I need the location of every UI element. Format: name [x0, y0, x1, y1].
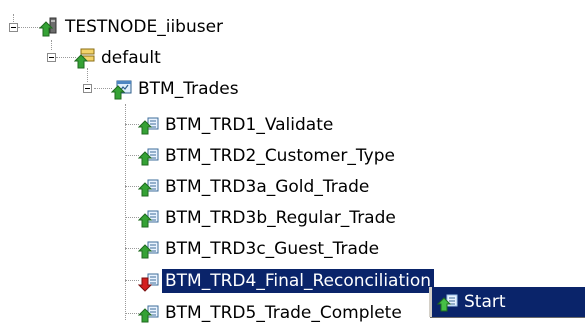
- tree-node-application[interactable]: BTM_Trades: [110, 76, 242, 102]
- application-icon: [110, 78, 133, 100]
- message-flow-running-icon: [137, 114, 160, 136]
- context-menu: Start: [429, 287, 585, 317]
- tree-connector: [18, 27, 40, 28]
- start-flow-icon: [436, 291, 459, 313]
- tree-node-message-flow[interactable]: BTM_TRD1_Validate: [137, 112, 336, 138]
- tree-node-message-flow[interactable]: BTM_TRD3b_Regular_Trade: [137, 205, 399, 231]
- tree-connector: [125, 217, 139, 218]
- tree-connector: [125, 155, 139, 156]
- collapse-toggle-root[interactable]: [9, 23, 18, 32]
- tree-connector: [125, 280, 139, 281]
- tree-node-label: BTM_TRD3a_Gold_Trade: [165, 177, 370, 197]
- tree-node-integration-node[interactable]: TESTNODE_iibuser: [38, 14, 226, 40]
- tree-connector: [56, 57, 76, 58]
- tree-connector: [125, 124, 139, 125]
- tree-connector: [125, 313, 139, 314]
- tree-node-label: BTM_TRD3c_Guest_Trade: [165, 239, 380, 259]
- message-flow-stopped-icon: [137, 270, 160, 292]
- message-flow-running-icon: [137, 176, 160, 198]
- message-flow-running-icon: [137, 302, 160, 324]
- collapse-toggle-application[interactable]: [83, 84, 92, 93]
- tree-node-label: BTM_TRD4_Final_Reconciliation: [162, 269, 435, 293]
- tree-node-label: BTM_TRD2_Customer_Type: [165, 146, 395, 166]
- message-flow-running-icon: [137, 145, 160, 167]
- integration-node-icon: [38, 16, 60, 38]
- tree-node-label: BTM_TRD3b_Regular_Trade: [165, 208, 396, 228]
- tree-connector: [125, 248, 139, 249]
- tree-connector: [94, 88, 112, 89]
- navigator-tree: TESTNODE_iibuser default BTM_Trades BTM_…: [0, 0, 585, 329]
- tree-node-integration-server[interactable]: default: [73, 45, 164, 71]
- collapse-toggle-server[interactable]: [47, 53, 56, 62]
- tree-node-label: TESTNODE_iibuser: [65, 17, 224, 37]
- context-menu-start-label: Start: [464, 292, 506, 312]
- tree-connector: [125, 186, 139, 187]
- context-menu-item-start[interactable]: Start: [429, 287, 585, 317]
- integration-server-icon: [73, 47, 96, 69]
- tree-node-message-flow[interactable]: BTM_TRD5_Trade_Complete: [137, 300, 405, 326]
- tree-node-label: BTM_Trades: [138, 79, 239, 99]
- tree-node-message-flow-selected[interactable]: BTM_TRD4_Final_Reconciliation: [137, 268, 435, 294]
- tree-node-message-flow[interactable]: BTM_TRD2_Customer_Type: [137, 143, 398, 169]
- message-flow-running-icon: [137, 207, 160, 229]
- tree-node-label: default: [101, 48, 161, 68]
- tree-node-message-flow[interactable]: BTM_TRD3a_Gold_Trade: [137, 174, 372, 200]
- tree-node-label: BTM_TRD5_Trade_Complete: [165, 303, 402, 323]
- tree-node-label: BTM_TRD1_Validate: [165, 115, 334, 135]
- tree-connector: [51, 40, 52, 50]
- tree-node-message-flow[interactable]: BTM_TRD3c_Guest_Trade: [137, 236, 382, 262]
- message-flow-running-icon: [137, 238, 160, 260]
- menu-gutter: [429, 287, 432, 317]
- tree-connector: [125, 104, 126, 320]
